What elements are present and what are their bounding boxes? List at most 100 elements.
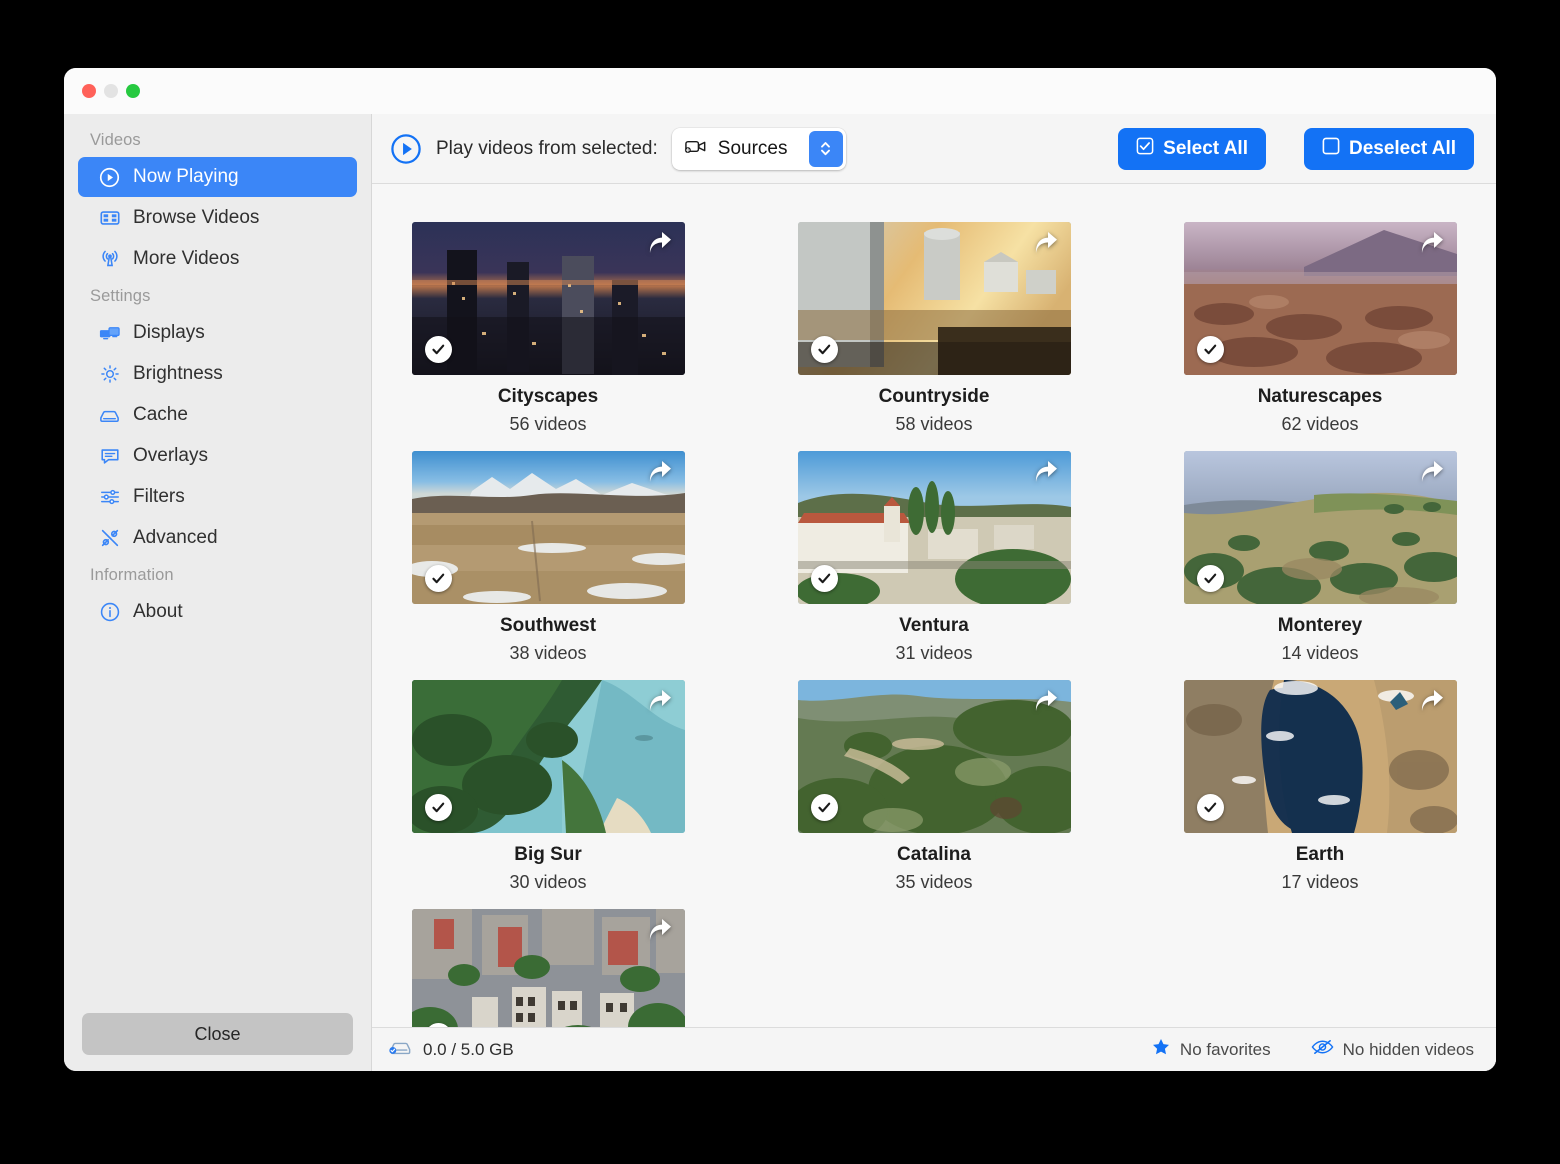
video-thumbnail[interactable] (411, 222, 685, 375)
video-thumbnail[interactable] (1183, 222, 1457, 375)
video-card[interactable]: Big Sur 30 videos (411, 680, 685, 893)
video-grid-scroll[interactable]: Cityscapes 56 videos Countryside 58 vide… (372, 184, 1496, 1027)
window-titlebar (64, 68, 1496, 114)
video-card-title: Cityscapes (497, 386, 599, 407)
sidebar-item-about[interactable]: About (78, 592, 357, 632)
share-arrow-icon[interactable] (647, 690, 673, 714)
selection-checkmark[interactable] (1196, 336, 1224, 363)
content-area: Play videos from selected: Sources Selec… (372, 114, 1496, 1071)
video-card[interactable]: Ventura 31 videos (797, 451, 1071, 664)
video-card[interactable]: Monterey 14 videos (1183, 451, 1457, 664)
play-circle-icon (98, 166, 121, 189)
share-arrow-icon[interactable] (1419, 232, 1445, 256)
sidebar-item-now-playing[interactable]: Now Playing (78, 157, 357, 197)
thumbnail-image-coast-cliffs (411, 680, 685, 833)
video-card-count: 58 videos (895, 414, 973, 434)
video-card[interactable] (411, 909, 685, 1027)
close-button[interactable]: Close (82, 1013, 353, 1055)
selection-checkmark[interactable] (1196, 565, 1224, 592)
share-arrow-icon[interactable] (1033, 690, 1059, 714)
tools-icon (98, 527, 121, 550)
sidebar-item-filters[interactable]: Filters (78, 477, 357, 517)
share-arrow-icon[interactable] (1419, 461, 1445, 485)
selection-checkmark[interactable] (424, 336, 452, 363)
video-card[interactable]: Naturescapes 62 videos (1183, 222, 1457, 435)
video-thumbnail[interactable] (1183, 680, 1457, 833)
video-card-title: Monterey (1277, 615, 1363, 636)
sidebar-item-label: Now Playing (133, 166, 239, 187)
sidebar-item-label: Cache (133, 404, 188, 425)
hidden-videos-status-text: No hidden videos (1342, 1039, 1474, 1059)
select-all-label: Select All (1163, 137, 1248, 159)
eye-slash-icon (1311, 1037, 1334, 1062)
video-card[interactable]: Countryside 58 videos (797, 222, 1071, 435)
video-thumbnail[interactable] (411, 909, 685, 1027)
sources-dropdown[interactable]: Sources (671, 127, 846, 170)
thumbnail-image-orbit-sea (1183, 680, 1457, 833)
sliders-icon (98, 486, 121, 509)
sidebar-item-label: About (133, 601, 183, 622)
selection-checkmark[interactable] (810, 794, 838, 821)
share-arrow-icon[interactable] (647, 232, 673, 256)
minimize-window-button[interactable] (104, 83, 118, 98)
sidebar-section-settings-title: Settings (90, 287, 151, 305)
deselect-all-label: Deselect All (1348, 137, 1456, 159)
sidebar-item-displays[interactable]: Displays (78, 313, 357, 353)
video-card-title: Ventura (899, 615, 969, 636)
chevron-updown-icon[interactable] (808, 130, 843, 167)
video-thumbnail[interactable] (797, 222, 1071, 375)
thumbnail-image-chaparral (797, 680, 1071, 833)
selection-checkmark[interactable] (424, 794, 452, 821)
selection-checkmark[interactable] (810, 336, 838, 363)
video-card-count: 30 videos (509, 872, 587, 892)
sidebar-item-label: Displays (133, 322, 205, 343)
sidebar-item-overlays[interactable]: Overlays (78, 436, 357, 476)
video-thumbnail[interactable] (411, 680, 685, 833)
video-thumbnail[interactable] (797, 680, 1071, 833)
share-arrow-icon[interactable] (1419, 690, 1445, 714)
video-card-title: Countryside (878, 386, 990, 407)
sidebar: Videos Now Playing Browse Videos More Vi… (64, 114, 372, 1071)
video-card-count: 14 videos (1281, 643, 1359, 663)
video-source-icon (684, 137, 709, 161)
play-circle-icon[interactable] (390, 133, 422, 165)
thumbnail-image-plains-snow (411, 451, 685, 604)
sidebar-item-label: Advanced (133, 527, 218, 548)
share-arrow-icon[interactable] (647, 919, 673, 943)
select-all-button[interactable]: Select All (1118, 127, 1266, 170)
drive-check-icon (388, 1037, 413, 1062)
video-card-title: Earth (1295, 844, 1345, 865)
thumbnail-image-rowhouses (411, 909, 685, 1027)
close-window-button[interactable] (82, 83, 96, 98)
video-card[interactable]: Catalina 35 videos (797, 680, 1071, 893)
sidebar-item-cache[interactable]: Cache (78, 395, 357, 435)
sidebar-section-information-title: Information (90, 566, 174, 584)
video-card[interactable]: Earth 17 videos (1183, 680, 1457, 893)
video-card[interactable]: Cityscapes 56 videos (411, 222, 685, 435)
video-thumbnail[interactable] (411, 451, 685, 604)
sidebar-item-brightness[interactable]: Brightness (78, 354, 357, 394)
video-grid: Cityscapes 56 videos Countryside 58 vide… (372, 222, 1496, 1027)
sidebar-item-label: More Videos (133, 248, 240, 269)
selection-checkmark[interactable] (424, 565, 452, 592)
video-card[interactable]: Southwest 38 videos (411, 451, 685, 664)
share-arrow-icon[interactable] (647, 461, 673, 485)
share-arrow-icon[interactable] (1033, 232, 1059, 256)
share-arrow-icon[interactable] (1033, 461, 1059, 485)
deselect-all-button[interactable]: Deselect All (1303, 127, 1474, 170)
selection-checkmark[interactable] (810, 565, 838, 592)
checked-box-icon (1136, 137, 1154, 161)
video-thumbnail[interactable] (797, 451, 1071, 604)
film-icon (98, 207, 121, 230)
antenna-icon (98, 248, 121, 271)
video-thumbnail[interactable] (1183, 451, 1457, 604)
sidebar-item-more-videos[interactable]: More Videos (78, 239, 357, 279)
zoom-window-button[interactable] (126, 83, 140, 98)
sidebar-item-advanced[interactable]: Advanced (78, 518, 357, 558)
selection-checkmark[interactable] (1196, 794, 1224, 821)
video-card-count: 62 videos (1281, 414, 1359, 434)
video-card-count: 31 videos (895, 643, 973, 663)
sidebar-item-browse-videos[interactable]: Browse Videos (78, 198, 357, 238)
video-card-title: Naturescapes (1257, 386, 1383, 407)
thumbnail-image-city-night (411, 222, 685, 375)
